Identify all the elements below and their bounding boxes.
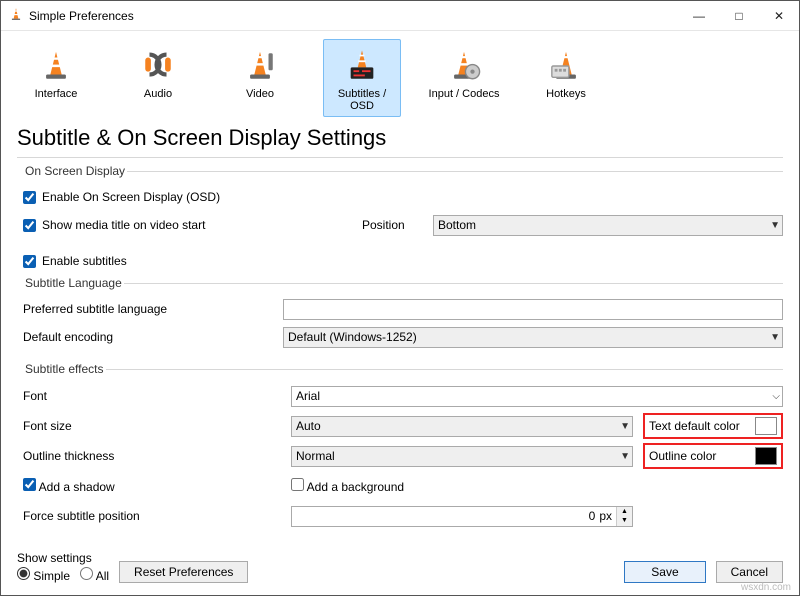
outline-color-label: Outline color <box>649 449 749 463</box>
titlebar: Simple Preferences — □ ✕ <box>1 1 799 31</box>
save-button[interactable]: Save <box>624 561 705 583</box>
enable-osd-checkbox[interactable] <box>23 191 36 204</box>
show-title-text: Show media title on video start <box>42 218 205 232</box>
chevron-down-icon: ▼ <box>770 332 780 343</box>
divider <box>17 157 783 158</box>
font-label: Font <box>23 389 281 403</box>
add-shadow-text: Add a shadow <box>39 480 115 494</box>
preferred-language-label: Preferred subtitle language <box>23 302 283 316</box>
add-background-text: Add a background <box>307 480 404 494</box>
subtitle-language-group: Subtitle Language Preferred subtitle lan… <box>23 276 783 352</box>
subtitle-effects-group: Subtitle effects Font Arial ⌵ Font size … <box>23 362 783 532</box>
force-position-spinner[interactable]: 0 px ▲ ▼ <box>291 506 633 527</box>
all-radio-label: All <box>96 569 109 583</box>
category-interface[interactable]: Interface <box>17 39 95 117</box>
chevron-down-icon: ▼ <box>770 220 780 231</box>
minimize-button[interactable]: — <box>679 1 719 31</box>
position-label: Position <box>362 218 427 232</box>
category-label: Audio <box>122 88 194 100</box>
outline-color-highlight: Outline color <box>643 443 783 469</box>
font-size-dropdown[interactable]: Auto ▼ <box>291 416 633 437</box>
add-background-label[interactable]: Add a background <box>291 480 404 494</box>
simple-radio[interactable] <box>17 567 30 580</box>
bottom-bar: Show settings Simple All Reset Preferenc… <box>17 551 783 583</box>
interface-icon <box>20 46 92 86</box>
category-label: Input / Codecs <box>428 88 500 100</box>
preferred-language-input[interactable] <box>283 299 783 320</box>
add-shadow-label[interactable]: Add a shadow <box>23 480 115 494</box>
video-icon <box>224 46 296 86</box>
page-title: Subtitle & On Screen Display Settings <box>1 121 799 157</box>
category-label: Video <box>224 88 296 100</box>
add-shadow-checkbox[interactable] <box>23 478 36 491</box>
add-background-checkbox[interactable] <box>291 478 304 491</box>
close-button[interactable]: ✕ <box>759 1 799 31</box>
enable-osd-checkbox-label[interactable]: Enable On Screen Display (OSD) <box>23 190 220 204</box>
input-codecs-icon <box>428 46 500 86</box>
category-label: Hotkeys <box>530 88 602 100</box>
default-encoding-label: Default encoding <box>23 330 283 344</box>
position-value: Bottom <box>438 218 476 232</box>
force-position-suffix: px <box>599 509 616 523</box>
simple-radio-label: Simple <box>33 569 70 583</box>
position-dropdown[interactable]: Bottom ▼ <box>433 215 783 236</box>
category-label: Subtitles / OSD <box>326 88 398 112</box>
text-color-label: Text default color <box>649 419 749 433</box>
all-radio[interactable] <box>80 567 93 580</box>
spin-down-button[interactable]: ▼ <box>617 516 632 526</box>
chevron-down-icon: ⌵ <box>772 391 780 402</box>
category-label: Interface <box>20 88 92 100</box>
default-encoding-dropdown[interactable]: Default (Windows-1252) ▼ <box>283 327 783 348</box>
watermark: wsxdn.com <box>741 582 791 593</box>
audio-icon <box>122 46 194 86</box>
font-dropdown[interactable]: Arial ⌵ <box>291 386 783 407</box>
chevron-down-icon: ▼ <box>620 451 630 462</box>
force-position-label: Force subtitle position <box>23 509 281 523</box>
text-color-button[interactable] <box>755 417 777 435</box>
cancel-button[interactable]: Cancel <box>716 561 783 583</box>
show-title-checkbox[interactable] <box>23 219 36 232</box>
spin-up-button[interactable]: ▲ <box>617 507 632 517</box>
category-hotkeys[interactable]: Hotkeys <box>527 39 605 117</box>
maximize-button[interactable]: □ <box>719 1 759 31</box>
category-input-codecs[interactable]: Input / Codecs <box>425 39 503 117</box>
show-settings-label: Show settings <box>17 551 109 565</box>
subtitles-osd-icon <box>326 46 398 86</box>
font-size-label: Font size <box>23 419 281 433</box>
text-color-highlight: Text default color <box>643 413 783 439</box>
content-area: On Screen Display Enable On Screen Displ… <box>1 164 799 532</box>
category-video[interactable]: Video <box>221 39 299 117</box>
enable-subtitles-text: Enable subtitles <box>42 254 127 268</box>
outline-thickness-value: Normal <box>296 449 335 463</box>
default-encoding-value: Default (Windows-1252) <box>288 330 417 344</box>
vlc-cone-icon <box>9 7 23 24</box>
font-size-value: Auto <box>296 419 321 433</box>
chevron-down-icon: ▼ <box>620 421 630 432</box>
font-value: Arial <box>296 389 320 403</box>
window-title: Simple Preferences <box>29 9 679 23</box>
show-settings-group: Show settings Simple All <box>17 551 109 583</box>
show-settings-all[interactable]: All <box>80 567 109 583</box>
effects-legend: Subtitle effects <box>23 362 106 376</box>
force-position-value: 0 <box>292 509 599 523</box>
outline-thickness-label: Outline thickness <box>23 449 281 463</box>
enable-osd-text: Enable On Screen Display (OSD) <box>42 190 220 204</box>
category-subtitles-osd[interactable]: Subtitles / OSD <box>323 39 401 117</box>
osd-group: On Screen Display Enable On Screen Displ… <box>23 164 783 240</box>
osd-legend: On Screen Display <box>23 164 127 178</box>
enable-subtitles-label[interactable]: Enable subtitles <box>23 254 127 268</box>
outline-thickness-dropdown[interactable]: Normal ▼ <box>291 446 633 467</box>
show-title-checkbox-label[interactable]: Show media title on video start <box>23 218 283 232</box>
hotkeys-icon <box>530 46 602 86</box>
category-toolbar: Interface Audio Video Subtitles / OSD In… <box>1 31 799 121</box>
language-legend: Subtitle Language <box>23 276 124 290</box>
outline-color-button[interactable] <box>755 447 777 465</box>
enable-subtitles-checkbox[interactable] <box>23 255 36 268</box>
category-audio[interactable]: Audio <box>119 39 197 117</box>
reset-preferences-button[interactable]: Reset Preferences <box>119 561 248 583</box>
show-settings-simple[interactable]: Simple <box>17 567 70 583</box>
